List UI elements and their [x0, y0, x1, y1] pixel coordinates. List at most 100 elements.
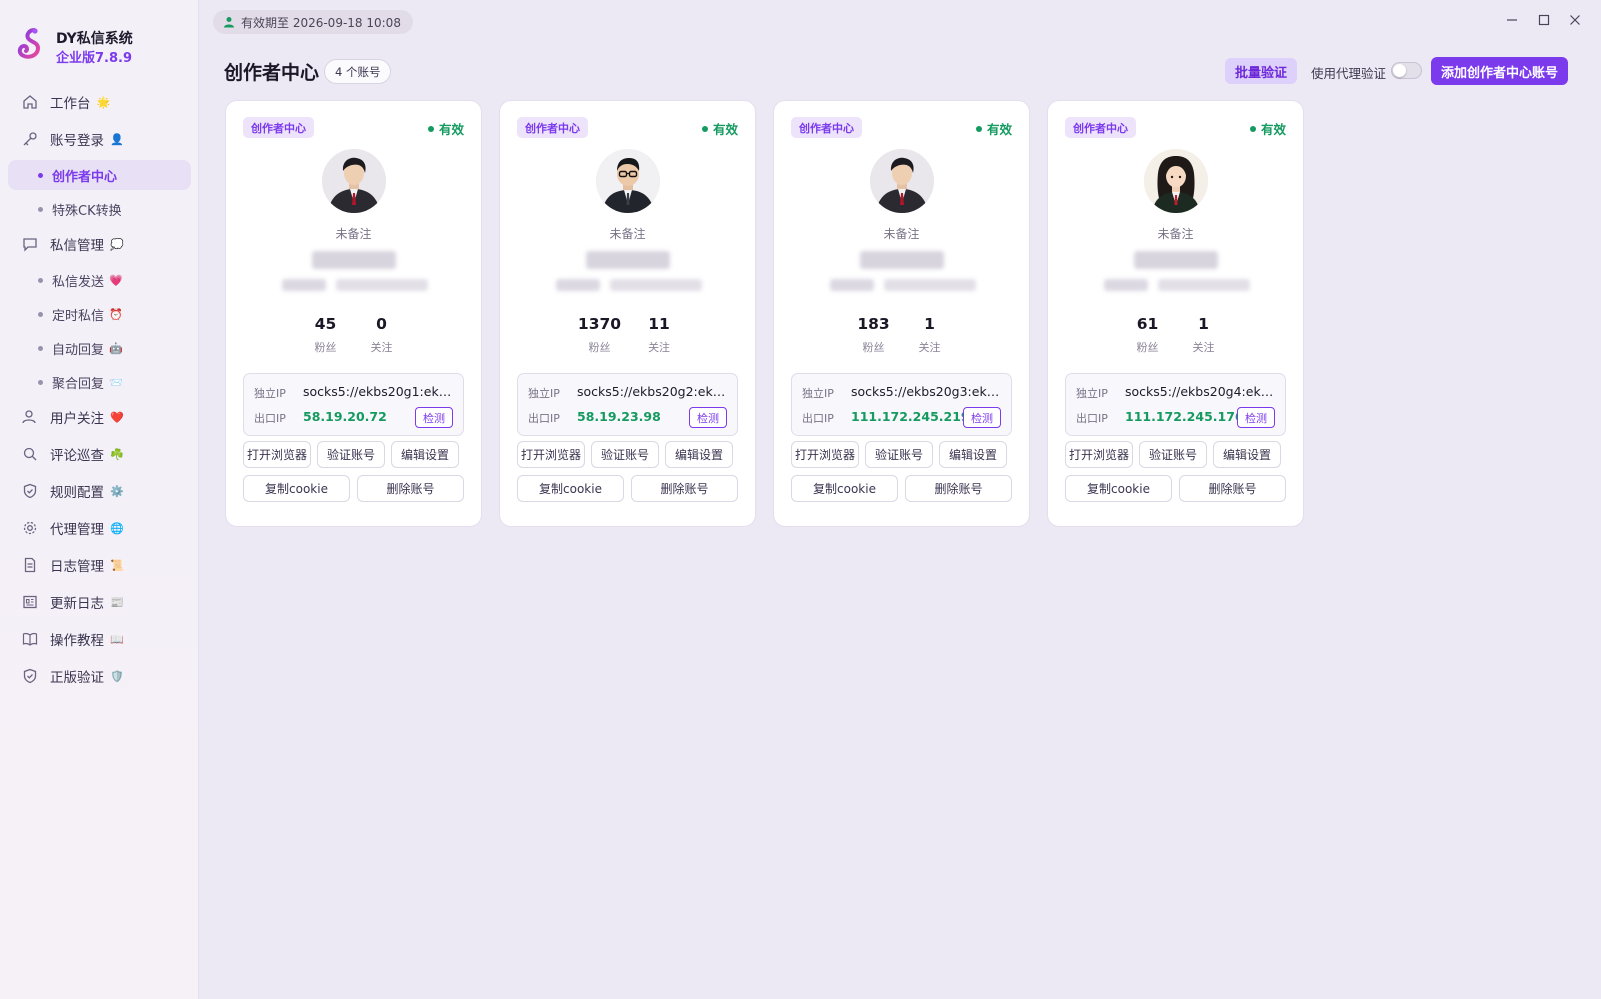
- status-text: 有效: [712, 122, 738, 137]
- fans-label: 粉丝: [314, 341, 337, 354]
- sidebar-item-label: 代理管理: [50, 522, 104, 538]
- sidebar-item-login[interactable]: 账号登录 👤: [8, 123, 191, 155]
- proxy-verify-toggle[interactable]: [1391, 62, 1422, 79]
- detect-ip-button[interactable]: 检测: [689, 407, 727, 428]
- detect-ip-button[interactable]: 检测: [415, 407, 453, 428]
- card-actions-row2: 复制cookie 删除账号: [517, 475, 738, 502]
- open-browser-button[interactable]: 打开浏览器: [517, 441, 585, 468]
- sidebar-item-label: 评论巡查: [50, 448, 104, 464]
- add-account-button[interactable]: 添加创作者中心账号: [1431, 57, 1569, 85]
- sidebar-item-label: 工作台: [50, 96, 91, 112]
- maximize-icon[interactable]: [1536, 12, 1552, 28]
- expiry-badge: 有效期至 2026-09-18 10:08: [213, 10, 413, 34]
- verify-account-button[interactable]: 验证账号: [865, 441, 933, 468]
- toggle-knob: [1393, 64, 1406, 77]
- follow-count: 0: [376, 315, 387, 333]
- account-remark: 未备注: [609, 227, 646, 241]
- bullet-icon: [38, 206, 43, 212]
- redacted-detail: [884, 279, 976, 291]
- exit-ip-label: 出口IP: [1076, 412, 1108, 425]
- sidebar-nav: 工作台 🌟 账号登录 👤 创作者中心 特殊CK转换 私信管理 💭 私信发送 💗: [8, 86, 191, 697]
- follow-label: 关注: [648, 341, 671, 354]
- bullet-icon: [38, 172, 43, 178]
- brand: DY私信系统 企业版7.8.9: [12, 26, 192, 66]
- detect-ip-button[interactable]: 检测: [1237, 407, 1275, 428]
- bullet-icon: [38, 379, 43, 385]
- alarm-emoji-icon: ⏰: [109, 307, 123, 321]
- redacted-detail: [336, 279, 428, 291]
- book-icon: [22, 631, 38, 647]
- robot-emoji-icon: 🤖: [109, 341, 123, 355]
- sidebar-item-ck-convert[interactable]: 特殊CK转换: [8, 194, 191, 224]
- sidebar-item-dm-manage[interactable]: 私信管理 💭: [8, 228, 191, 260]
- batch-verify-button[interactable]: 批量验证: [1225, 58, 1298, 84]
- card-tag: 创作者中心: [243, 117, 314, 138]
- fans-stat: 45 粉丝: [308, 315, 344, 355]
- sidebar-item-logs[interactable]: 日志管理 📜: [8, 549, 191, 581]
- envelope-emoji-icon: 📨: [109, 375, 123, 389]
- sidebar-item-aggregate-reply[interactable]: 聚合回复 📨: [8, 367, 191, 397]
- edit-settings-button[interactable]: 编辑设置: [391, 441, 459, 468]
- fans-stat: 183 粉丝: [856, 315, 892, 355]
- sidebar-item-workbench[interactable]: 工作台 🌟: [8, 86, 191, 118]
- edit-settings-button[interactable]: 编辑设置: [665, 441, 733, 468]
- card-actions-row2: 复制cookie 删除账号: [243, 475, 464, 502]
- sidebar-item-changelog[interactable]: 更新日志 📰: [8, 586, 191, 618]
- account-card: 创作者中心 有效 未备注 61 粉丝 1 关注 独立IP socks5://ek…: [1047, 100, 1304, 527]
- proxy-ip-label: 独立IP: [254, 387, 286, 400]
- detect-ip-button[interactable]: 检测: [963, 407, 1001, 428]
- sidebar-item-label: 日志管理: [50, 559, 104, 575]
- account-stats: 45 粉丝 0 关注: [226, 315, 481, 355]
- sidebar-item-dm-send[interactable]: 私信发送 💗: [8, 265, 191, 295]
- book-emoji-icon: 📖: [110, 632, 124, 646]
- verify-account-button[interactable]: 验证账号: [317, 441, 385, 468]
- shield-check-icon: [22, 668, 38, 684]
- sidebar-item-dm-timed[interactable]: 定时私信 ⏰: [8, 299, 191, 329]
- delete-account-button[interactable]: 删除账号: [631, 475, 738, 502]
- copy-cookie-button[interactable]: 复制cookie: [1065, 475, 1172, 502]
- copy-cookie-button[interactable]: 复制cookie: [517, 475, 624, 502]
- home-icon: [22, 94, 38, 110]
- sidebar-item-proxy[interactable]: 代理管理 🌐: [8, 512, 191, 544]
- redacted-nickname: [312, 251, 396, 269]
- sidebar-item-creator-center[interactable]: 创作者中心: [8, 160, 191, 190]
- edit-settings-button[interactable]: 编辑设置: [939, 441, 1007, 468]
- verify-account-button[interactable]: 验证账号: [591, 441, 659, 468]
- minimize-icon[interactable]: [1504, 12, 1520, 28]
- sidebar-item-license[interactable]: 正版验证 🛡️: [8, 660, 191, 692]
- delete-account-button[interactable]: 删除账号: [1179, 475, 1286, 502]
- account-remark: 未备注: [1157, 227, 1194, 241]
- sidebar-item-user-follow[interactable]: 用户关注 ❤️: [8, 401, 191, 433]
- card-actions-row1: 打开浏览器 验证账号 编辑设置: [1065, 441, 1281, 468]
- chat-icon: [22, 236, 38, 252]
- copy-cookie-button[interactable]: 复制cookie: [243, 475, 350, 502]
- sidebar-item-label: 创作者中心: [52, 169, 118, 185]
- status-text: 有效: [1260, 122, 1286, 137]
- clover-emoji-icon: ☘️: [110, 447, 124, 461]
- exit-ip-value: 111.172.245.219: [851, 409, 970, 424]
- account-stats: 183 粉丝 1 关注: [774, 315, 1029, 355]
- account-card: 创作者中心 有效 未备注 1370 粉丝 11 关注 独立IP socks5:/…: [499, 100, 756, 527]
- sidebar-item-rules[interactable]: 规则配置 ⚙️: [8, 475, 191, 507]
- fans-label: 粉丝: [588, 341, 611, 354]
- open-browser-button[interactable]: 打开浏览器: [1065, 441, 1133, 468]
- account-stats: 1370 粉丝 11 关注: [500, 315, 755, 355]
- avatar: [1144, 149, 1208, 213]
- sidebar-item-tutorial[interactable]: 操作教程 📖: [8, 623, 191, 655]
- sidebar: DY私信系统 企业版7.8.9 工作台 🌟 账号登录 👤 创作者中心 特殊CK转…: [0, 0, 199, 999]
- sidebar-item-comment-patrol[interactable]: 评论巡查 ☘️: [8, 438, 191, 470]
- fans-count: 183: [857, 315, 890, 333]
- open-browser-button[interactable]: 打开浏览器: [791, 441, 859, 468]
- avatar: [596, 149, 660, 213]
- delete-account-button[interactable]: 删除账号: [357, 475, 464, 502]
- follow-label: 关注: [918, 341, 941, 354]
- verify-account-button[interactable]: 验证账号: [1139, 441, 1207, 468]
- status-badge: 有效: [701, 119, 738, 138]
- edit-settings-button[interactable]: 编辑设置: [1213, 441, 1281, 468]
- close-icon[interactable]: [1567, 12, 1583, 28]
- sidebar-item-auto-reply[interactable]: 自动回复 🤖: [8, 333, 191, 363]
- sidebar-item-label: 特殊CK转换: [52, 203, 122, 219]
- open-browser-button[interactable]: 打开浏览器: [243, 441, 311, 468]
- delete-account-button[interactable]: 删除账号: [905, 475, 1012, 502]
- copy-cookie-button[interactable]: 复制cookie: [791, 475, 898, 502]
